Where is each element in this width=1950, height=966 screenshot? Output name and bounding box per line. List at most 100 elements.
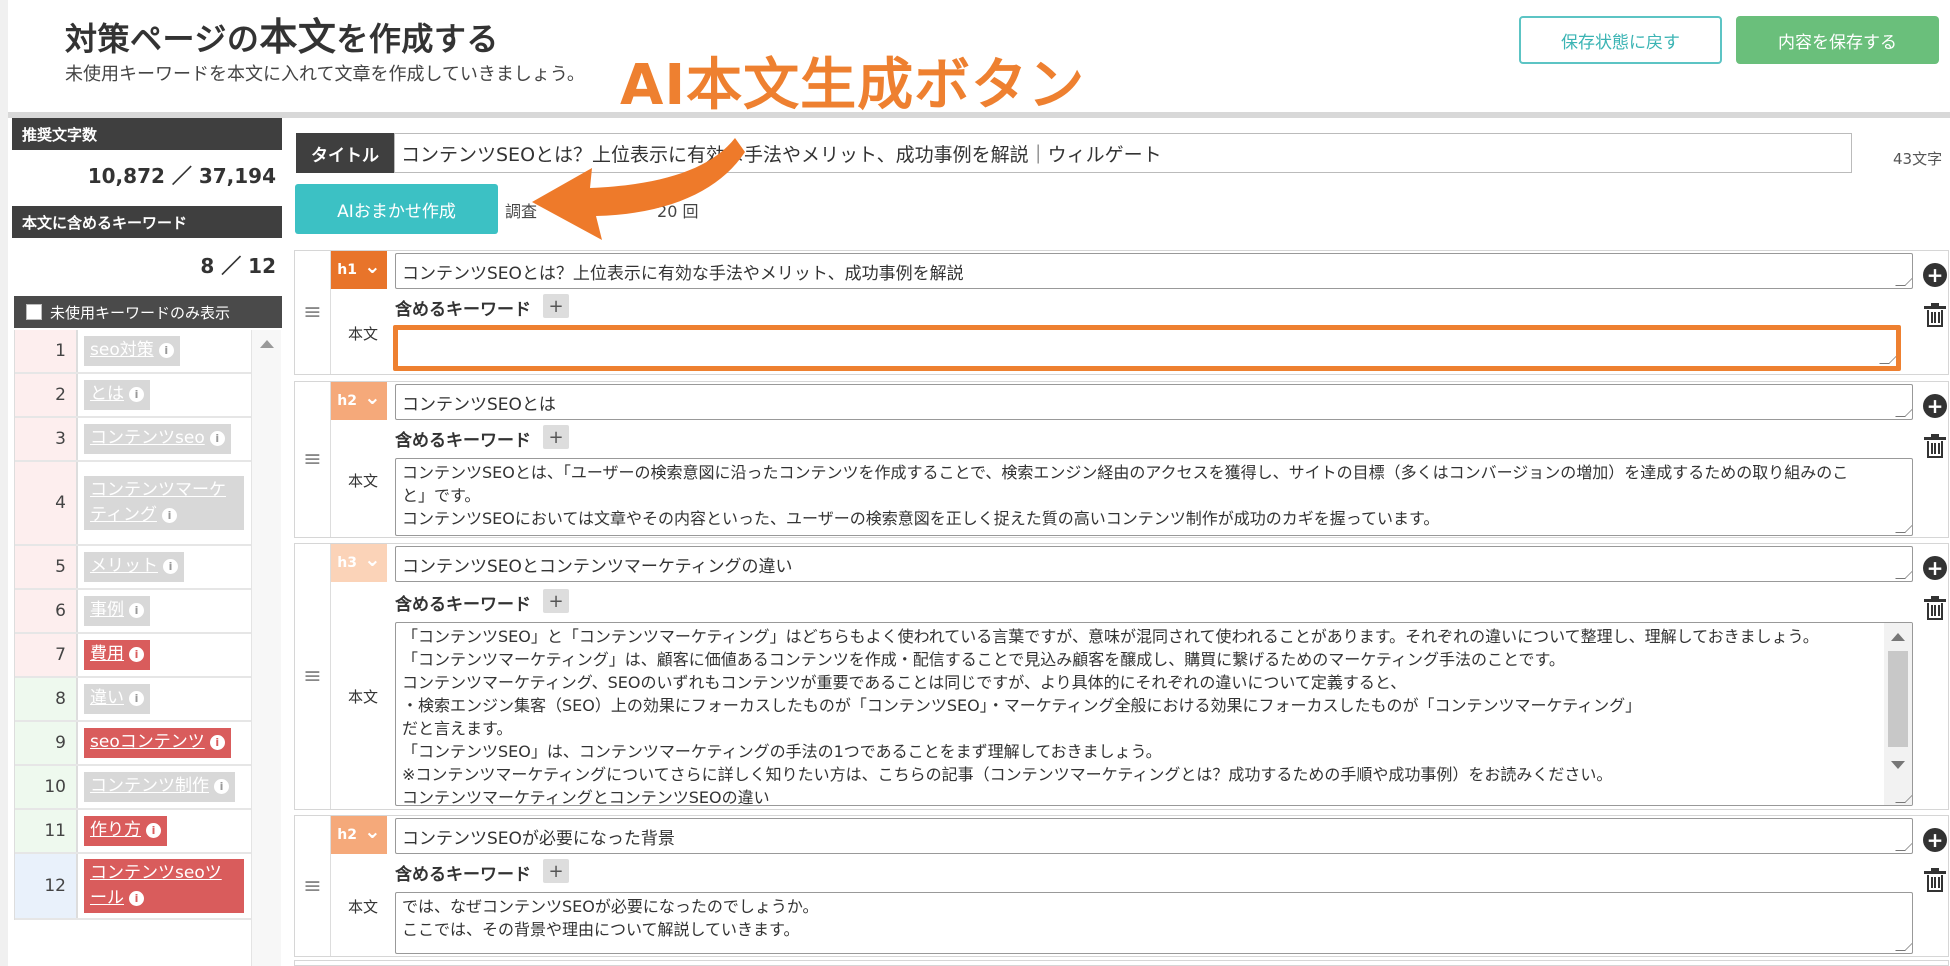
heading-level-select[interactable]: h2 ⌄ <box>331 382 387 420</box>
body-line: 「コンテンツSEO」と「コンテンツマーケティング」はどちらもよく使われている言葉… <box>402 627 1819 646</box>
keyword-tag[interactable]: 作り方 i <box>84 816 167 846</box>
heading-input[interactable]: コンテンツSEOとは？上位表示に有効な手法やメリット、成功事例を解説 <box>395 253 1913 289</box>
info-icon[interactable]: i <box>129 647 144 663</box>
page-subtitle: 未使用キーワードを本文に入れて文章を作成していきましょう。 <box>65 64 585 85</box>
body-textarea[interactable]: では、なぜコンテンツSEOが必要になったのでしょうか。 ここでは、その背景や理由に… <box>395 892 1913 954</box>
info-icon[interactable]: i <box>163 559 178 575</box>
heading-level-select[interactable]: h3 ⌄ <box>331 544 387 582</box>
keyword-cell: コンテンツマーケティング i <box>78 462 251 544</box>
section-partial <box>294 960 1949 966</box>
keyword-tag[interactable]: コンテンツseo i <box>84 424 231 454</box>
body-textarea[interactable]: コンテンツSEOとは、「ユーザーの検索意図に沿ったコンテンツを作成することで、検… <box>395 458 1913 536</box>
add-keyword-button[interactable]: + <box>543 589 569 613</box>
resize-handle-icon[interactable] <box>1895 407 1912 417</box>
scroll-thumb[interactable] <box>1888 651 1908 747</box>
keyword-row: 1 seo対策 i <box>15 330 251 374</box>
keyword-number: 9 <box>15 722 78 764</box>
add-keyword-button[interactable]: + <box>543 294 569 318</box>
ai-auto-create-button[interactable]: AIおまかせ作成 <box>295 184 498 234</box>
keyword-tag[interactable]: 費用 i <box>84 640 150 670</box>
body-line: だと言えます。 <box>402 719 513 738</box>
keyword-tag[interactable]: メリット i <box>84 552 184 582</box>
keyword-row: 9 seoコンテンツ i <box>15 722 251 766</box>
body-keywords-value: 8 ／ 12 <box>200 254 276 278</box>
scroll-up-icon[interactable] <box>1891 633 1905 641</box>
keyword-tag[interactable]: コンテンツseoツール i <box>84 858 244 914</box>
info-icon[interactable]: i <box>129 691 144 707</box>
restore-saved-button[interactable]: 保存状態に戻す <box>1519 16 1722 64</box>
trash-icon[interactable] <box>1924 303 1946 327</box>
heading-level-select[interactable]: h1 ⌄ <box>331 251 387 289</box>
drag-handle-icon[interactable]: ≡ <box>295 251 331 374</box>
info-icon[interactable]: i <box>209 431 225 447</box>
keyword-row: 7 費用 i <box>15 634 251 678</box>
info-icon[interactable]: i <box>129 890 144 906</box>
unused-only-filter[interactable]: 未使用キーワードのみ表示 <box>14 296 282 328</box>
keyword-cell: 事例 i <box>78 590 251 632</box>
keyword-tag[interactable]: seoコンテンツ i <box>84 728 231 758</box>
heading-level-select[interactable]: h2 ⌄ <box>331 816 387 854</box>
keyword-number: 10 <box>15 766 78 808</box>
add-section-icon[interactable]: + <box>1923 394 1947 418</box>
keyword-number: 7 <box>15 634 78 676</box>
body-line: 「コンテンツマーケティング」は、顧客に価値あるコンテンツを作成・配信することで見… <box>402 650 1565 669</box>
save-content-button[interactable]: 内容を保存する <box>1736 16 1939 64</box>
info-icon[interactable]: i <box>146 823 161 839</box>
keyword-tag[interactable]: seo対策 i <box>84 336 180 366</box>
trash-icon[interactable] <box>1924 434 1946 458</box>
keyword-cell: コンテンツ制作 i <box>78 766 251 808</box>
resize-handle-icon[interactable] <box>1895 569 1912 579</box>
resize-handle-icon[interactable] <box>1879 354 1896 364</box>
body-scrollbar[interactable] <box>1884 623 1912 805</box>
resize-handle-icon[interactable] <box>1895 841 1912 851</box>
body-line: コンテンツSEOにおいては文章やその内容といった、ユーザーの検索意図を正しく捉え… <box>402 509 1440 528</box>
body-line: ※コンテンツマーケティングについてさらに詳しく知りたい方は、こちらの記事（コンテ… <box>402 765 1613 784</box>
info-icon[interactable]: i <box>209 735 225 751</box>
keyword-label: メリット <box>90 556 158 577</box>
keyword-label: 違い <box>90 688 124 709</box>
body-textarea[interactable]: 「コンテンツSEO」と「コンテンツマーケティング」はどちらもよく使われている言葉… <box>395 622 1913 806</box>
add-section-icon[interactable]: + <box>1923 556 1947 580</box>
keyword-tag[interactable]: コンテンツマーケティング i <box>84 475 244 531</box>
heading-level-label: h3 <box>337 555 357 571</box>
add-section-icon[interactable]: + <box>1923 263 1947 287</box>
keyword-cell: 費用 i <box>78 634 251 676</box>
add-keyword-button[interactable]: + <box>543 425 569 449</box>
drag-handle-icon[interactable]: ≡ <box>295 544 331 809</box>
info-icon[interactable]: i <box>161 507 177 523</box>
add-keyword-button[interactable]: + <box>543 859 569 883</box>
scroll-up-icon[interactable] <box>260 340 274 348</box>
info-icon[interactable]: i <box>214 779 229 795</box>
trash-icon[interactable] <box>1924 596 1946 620</box>
keyword-tag[interactable]: とは i <box>84 380 150 410</box>
body-textarea[interactable] <box>393 325 1901 371</box>
info-icon[interactable]: i <box>129 603 144 619</box>
resize-handle-icon[interactable] <box>1895 276 1912 286</box>
drag-handle-icon[interactable]: ≡ <box>295 816 331 956</box>
scroll-down-icon[interactable] <box>1891 761 1905 769</box>
keyword-tag[interactable]: 事例 i <box>84 596 150 626</box>
keyword-number: 6 <box>15 590 78 632</box>
unused-only-checkbox[interactable] <box>26 304 42 320</box>
keyword-list-scrollbar[interactable] <box>251 330 281 966</box>
heading-input[interactable]: コンテンツSEOが必要になった背景 <box>395 818 1913 854</box>
keyword-tag[interactable]: 違い i <box>84 684 150 714</box>
keyword-number: 2 <box>15 374 78 416</box>
add-section-icon[interactable]: + <box>1923 828 1947 852</box>
heading-input[interactable]: コンテンツSEOとは <box>395 384 1913 420</box>
trash-icon[interactable] <box>1924 868 1946 892</box>
keyword-label: seo対策 <box>90 340 154 361</box>
keyword-label: とは <box>90 384 124 405</box>
heading-input[interactable]: コンテンツSEOとコンテンツマーケティングの違い <box>395 546 1913 582</box>
info-icon[interactable]: i <box>158 343 174 359</box>
drag-handle-icon[interactable]: ≡ <box>295 382 331 537</box>
body-line: ここでは、その背景や理由について解説していきます。 <box>402 920 800 939</box>
unused-only-label: 未使用キーワードのみ表示 <box>50 303 231 322</box>
title-label: タイトル <box>296 133 394 173</box>
info-icon[interactable]: i <box>129 387 144 403</box>
resize-handle-icon[interactable] <box>1895 941 1912 951</box>
chevron-down-icon: ⌄ <box>363 547 381 571</box>
keyword-tag[interactable]: コンテンツ制作 i <box>84 772 235 802</box>
page-title-emphasis: 本文 <box>259 15 337 59</box>
keyword-number: 11 <box>15 810 78 852</box>
